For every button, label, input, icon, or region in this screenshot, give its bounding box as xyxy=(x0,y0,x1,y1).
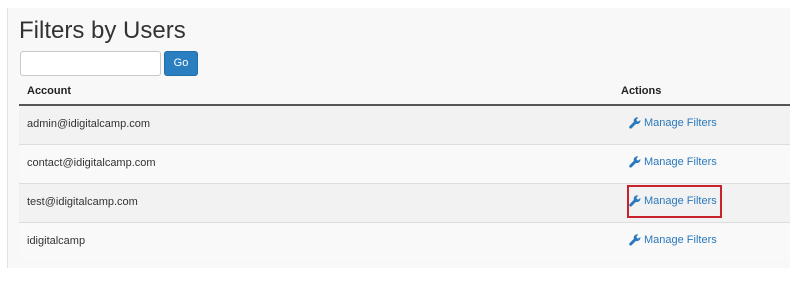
wrench-icon xyxy=(629,117,641,129)
account-cell: idigitalcamp xyxy=(27,235,86,247)
manage-filters-link[interactable]: Manage Filters xyxy=(629,156,717,168)
filters-table: Account Actions admin@idigitalcamp.com M… xyxy=(19,82,790,261)
column-header-account[interactable]: Account xyxy=(27,85,71,97)
table-row: idigitalcamp Manage Filters xyxy=(19,223,790,261)
table-header: Account Actions xyxy=(19,82,790,106)
manage-filters-label: Manage Filters xyxy=(644,156,717,168)
go-button[interactable]: Go xyxy=(164,51,198,76)
panel-left-border xyxy=(7,8,8,268)
manage-filters-label: Manage Filters xyxy=(644,195,717,207)
page-title: Filters by Users xyxy=(19,17,186,44)
manage-filters-link[interactable]: Manage Filters xyxy=(629,195,717,207)
account-cell: test@idigitalcamp.com xyxy=(27,196,138,208)
account-cell: admin@idigitalcamp.com xyxy=(27,118,151,130)
wrench-icon xyxy=(629,195,641,207)
column-header-actions: Actions xyxy=(621,85,662,97)
table-row: admin@idigitalcamp.com Manage Filters xyxy=(19,106,790,145)
table-row: contact@idigitalcamp.com Manage Filters xyxy=(19,145,790,184)
manage-filters-label: Manage Filters xyxy=(644,234,717,246)
account-cell: contact@idigitalcamp.com xyxy=(27,157,156,169)
manage-filters-label: Manage Filters xyxy=(644,117,717,129)
wrench-icon xyxy=(629,234,641,246)
search-input[interactable] xyxy=(20,51,161,76)
table-row: test@idigitalcamp.com Manage Filters xyxy=(19,184,790,223)
manage-filters-link[interactable]: Manage Filters xyxy=(629,234,717,246)
manage-filters-link[interactable]: Manage Filters xyxy=(629,117,717,129)
wrench-icon xyxy=(629,156,641,168)
